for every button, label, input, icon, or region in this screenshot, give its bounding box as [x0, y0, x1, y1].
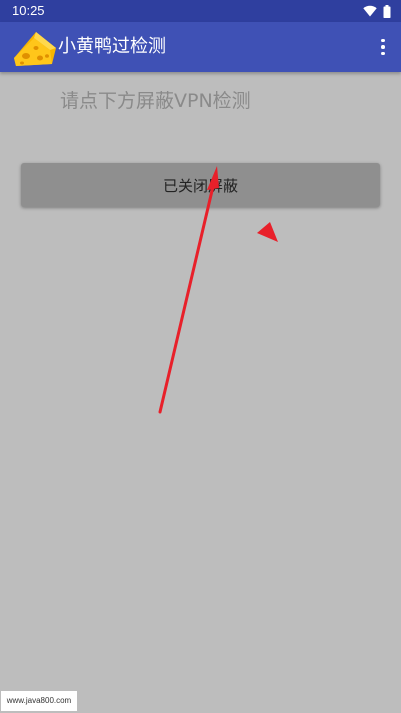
- app-bar: 小黄鸭过检测: [0, 22, 401, 72]
- annotation-arrowhead: [257, 222, 278, 242]
- cheese-icon: [14, 32, 56, 66]
- app-title: 小黄鸭过检测: [58, 36, 166, 57]
- status-icons: [363, 4, 391, 18]
- status-bar: 10:25: [0, 0, 401, 22]
- status-time: 10:25: [12, 3, 45, 18]
- battery-icon: [383, 4, 391, 18]
- vpn-shield-toggle-button[interactable]: 已关闭屏蔽: [21, 163, 380, 207]
- more-vert-icon[interactable]: [379, 36, 387, 58]
- watermark: www.java800.com: [1, 691, 77, 711]
- hint-text: 请点下方屏蔽VPN检测: [60, 90, 251, 112]
- wifi-icon: [363, 5, 377, 17]
